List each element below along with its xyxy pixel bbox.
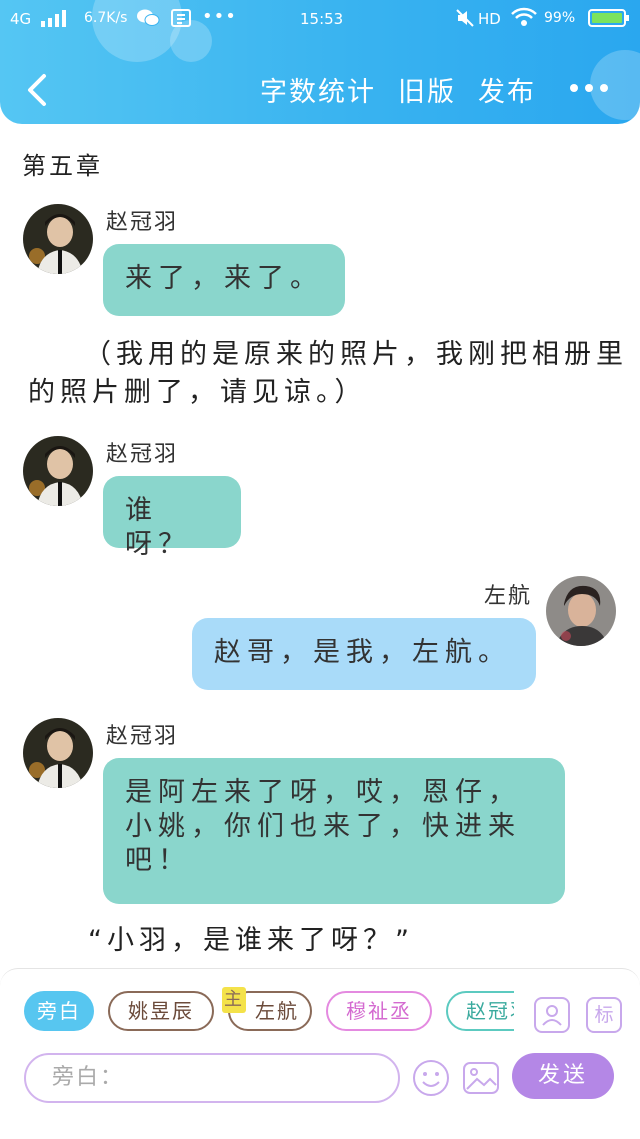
avatar[interactable] (546, 576, 616, 646)
narration-text: “小羽，是谁来了呀？” (88, 925, 414, 956)
more-notifications-icon: ••• (202, 6, 237, 27)
message-bubble: 是阿左来了呀，哎，恩仔，小姚，你们也来了，快进来吧！ (103, 758, 565, 904)
narration-text: （我用的是原来的照片，我刚把相册里的照片删了，请见谅。） (28, 339, 628, 408)
status-bar: 4G 6.7K/s ••• 15:53 HD 99% (0, 6, 640, 36)
avatar[interactable] (23, 204, 93, 274)
clock: 15:53 (300, 10, 344, 28)
top-bar: 4G 6.7K/s ••• 15:53 HD 99% 字数统计 旧版 发布 (0, 0, 640, 124)
sender-name: 赵冠羽 (106, 724, 179, 749)
role-chip[interactable]: 赵冠羽 (446, 991, 514, 1031)
avatar[interactable] (23, 436, 93, 506)
word-count-button[interactable]: 字数统计 (260, 70, 376, 109)
signal-icon (40, 8, 72, 32)
sender-name: 赵冠羽 (106, 210, 179, 235)
message-input[interactable]: 旁白： (24, 1053, 400, 1103)
battery-icon (588, 8, 630, 32)
network-type: 4G (10, 10, 32, 28)
message-bubble: 赵哥，是我，左航。 (192, 618, 536, 690)
chapter-title: 第五章 (22, 152, 103, 180)
sender-name: 左航 (484, 584, 533, 609)
mute-icon (455, 8, 475, 32)
more-dots-icon[interactable] (570, 82, 610, 94)
hd-indicator: HD (478, 10, 501, 28)
role-chip-label: 左航 (255, 999, 299, 1023)
role-chip[interactable]: 姚昱辰 (108, 991, 214, 1031)
message-bubble: 来了，来了。 (103, 244, 345, 316)
main-role-badge: 主 (222, 987, 246, 1013)
role-chip-clip: 赵冠羽 (446, 991, 514, 1031)
nav-bar: 字数统计 旧版 发布 (0, 62, 640, 118)
chevron-left-icon[interactable] (22, 70, 58, 110)
person-card-icon[interactable] (534, 997, 570, 1033)
sender-name: 赵冠羽 (106, 442, 179, 467)
tag-button[interactable]: 标 (586, 997, 622, 1033)
role-chip[interactable]: 主 左航 (222, 987, 312, 1031)
network-speed: 6.7K/s (84, 10, 128, 26)
notification-icon (170, 8, 192, 32)
publish-button[interactable]: 发布 (478, 70, 536, 109)
composer-panel: 旁白 姚昱辰 主 左航 穆祉丞 赵冠羽 标 旁白： 发送 (0, 968, 640, 1139)
old-version-button[interactable]: 旧版 (398, 70, 456, 109)
role-chip[interactable]: 穆祉丞 (326, 991, 432, 1031)
message-bubble: 谁呀？ (103, 476, 241, 560)
wechat-icon (136, 8, 160, 32)
avatar[interactable] (23, 718, 93, 788)
wifi-icon (510, 6, 538, 32)
smile-icon[interactable] (412, 1059, 450, 1097)
battery-percent: 99% (544, 10, 576, 26)
role-chip-selected[interactable]: 旁白 (24, 991, 94, 1031)
send-button[interactable]: 发送 (512, 1053, 614, 1099)
image-icon[interactable] (462, 1059, 500, 1097)
